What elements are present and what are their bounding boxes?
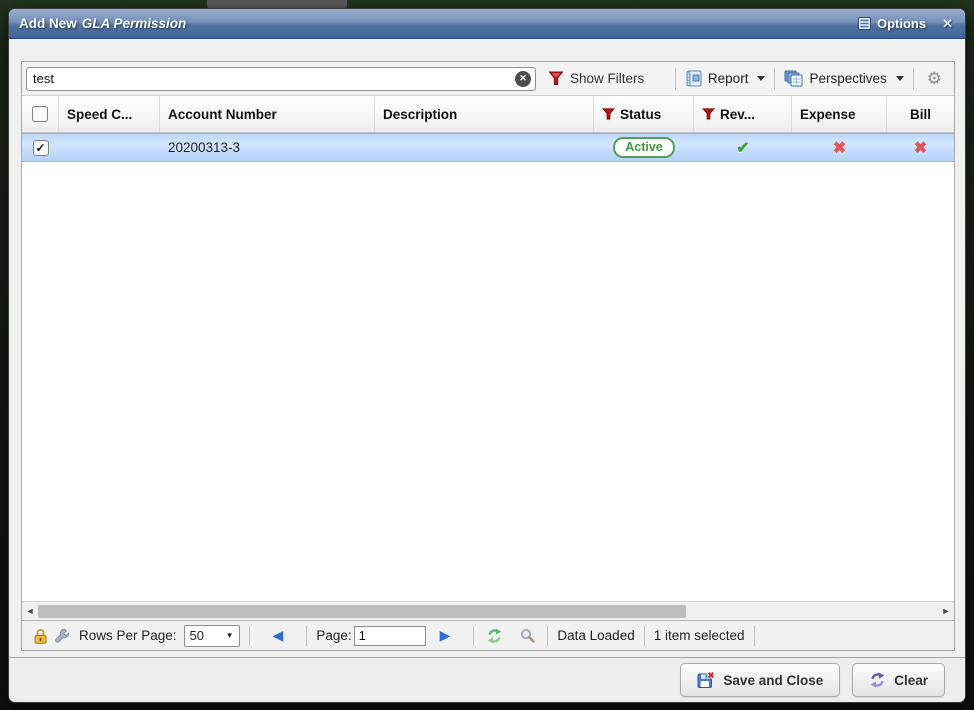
page-label: Page: xyxy=(316,628,351,643)
save-and-close-label: Save and Close xyxy=(723,673,823,688)
perspectives-label: Perspectives xyxy=(809,71,886,86)
save-and-close-button[interactable]: Save and Close xyxy=(680,663,840,697)
perspectives-icon xyxy=(784,70,803,87)
pager-separator xyxy=(547,626,548,646)
pager-separator xyxy=(473,626,474,646)
next-page-icon[interactable]: ▶ xyxy=(440,627,451,644)
column-header-expense[interactable]: Expense xyxy=(792,96,887,132)
chevron-down-icon xyxy=(896,76,904,81)
toolbar-separator xyxy=(675,68,676,90)
toolbar-separator xyxy=(913,68,914,90)
scrollbar-track[interactable] xyxy=(38,604,938,619)
title-emphasis: GLA Permission xyxy=(82,16,187,31)
pager-separator xyxy=(754,626,755,646)
clear-label: Clear xyxy=(894,673,928,688)
cell-revenue: ✔ xyxy=(694,134,792,161)
page-number-input[interactable] xyxy=(354,626,426,646)
row-checkbox[interactable]: ✓ xyxy=(33,140,49,156)
column-label: Status xyxy=(620,107,661,122)
pager-separator xyxy=(249,626,250,646)
search-input[interactable] xyxy=(26,67,536,91)
grid-toolbar: ✕ Show Filters xyxy=(22,62,954,96)
show-filters-button[interactable]: Show Filters xyxy=(548,71,644,86)
clear-search-icon[interactable]: ✕ xyxy=(515,71,531,87)
filter-funnel-icon xyxy=(602,108,615,120)
data-loaded-status: Data Loaded xyxy=(557,628,634,643)
report-icon xyxy=(685,70,702,87)
column-header-status[interactable]: Status xyxy=(594,96,694,132)
column-header-speed-chart[interactable]: Speed C... xyxy=(59,96,160,132)
selection-count: 1 item selected xyxy=(654,628,745,643)
checkbox-check-icon: ✓ xyxy=(35,141,45,155)
cell-expense: ✖ xyxy=(792,134,887,161)
column-label: Expense xyxy=(800,107,856,122)
scroll-left-icon[interactable]: ◄ xyxy=(22,606,38,616)
filter-funnel-icon xyxy=(702,108,715,120)
clear-icon xyxy=(869,672,886,688)
rows-per-page-value: 50 xyxy=(190,628,204,643)
column-label: Account Number xyxy=(168,107,277,122)
gear-icon[interactable]: ⚙ xyxy=(927,70,942,87)
previous-page-icon[interactable]: ◀ xyxy=(273,627,284,644)
select-all-cell xyxy=(22,96,59,132)
report-button[interactable]: Report xyxy=(683,68,768,89)
column-label: Bill xyxy=(910,107,931,122)
report-label: Report xyxy=(708,71,749,86)
title-prefix: Add New xyxy=(19,16,77,31)
search-field-wrap: ✕ xyxy=(26,67,536,91)
expense-cross-icon: ✖ xyxy=(833,138,846,158)
dialog-title: Add New GLA Permission xyxy=(19,16,186,31)
column-header-revenue[interactable]: Rev... xyxy=(694,96,792,132)
dialog-titlebar[interactable]: Add New GLA Permission Options ✕ xyxy=(9,9,965,39)
column-header-account-number[interactable]: Account Number xyxy=(160,96,375,132)
row-checkbox-cell: ✓ xyxy=(22,134,59,161)
perspectives-button[interactable]: Perspectives xyxy=(782,68,905,89)
options-icon xyxy=(858,17,871,30)
wrench-icon[interactable] xyxy=(54,628,70,644)
options-button[interactable]: Options xyxy=(858,16,926,31)
cell-description xyxy=(375,134,594,161)
table-row[interactable]: ✓ 20200313-3 Active ✔ ✖ ✖ xyxy=(22,133,954,162)
pager-bar: Rows Per Page: 50 ▼ ◀ Page: ▶ xyxy=(22,620,954,650)
cell-bill: ✖ xyxy=(887,134,954,161)
save-icon xyxy=(697,671,715,689)
scrollbar-thumb[interactable] xyxy=(38,605,686,618)
chevron-down-icon xyxy=(757,76,765,81)
pager-separator xyxy=(644,626,645,646)
column-label: Description xyxy=(383,107,457,122)
cell-status: Active xyxy=(594,134,694,161)
lock-icon[interactable] xyxy=(33,628,48,644)
quick-search-icon[interactable] xyxy=(520,628,535,643)
select-all-checkbox[interactable] xyxy=(32,106,48,122)
show-filters-label: Show Filters xyxy=(570,71,644,86)
dialog-footer: Save and Close Clear xyxy=(9,657,965,702)
add-permission-dialog: Add New GLA Permission Options ✕ xyxy=(8,8,966,703)
clear-button[interactable]: Clear xyxy=(852,663,945,697)
pager-separator xyxy=(306,626,307,646)
cell-account-number: 20200313-3 xyxy=(160,134,375,161)
toolbar-separator xyxy=(774,68,775,90)
rows-per-page-select[interactable]: 50 ▼ xyxy=(184,625,240,647)
column-label: Rev... xyxy=(720,107,755,122)
revenue-check-icon: ✔ xyxy=(736,138,749,158)
refresh-icon[interactable] xyxy=(486,628,503,644)
status-badge: Active xyxy=(613,137,675,158)
horizontal-scrollbar[interactable]: ◄ ► xyxy=(22,601,954,620)
column-header-bill[interactable]: Bill xyxy=(887,96,954,132)
filter-funnel-icon xyxy=(548,71,564,86)
column-header-description[interactable]: Description xyxy=(375,96,594,132)
bill-cross-icon: ✖ xyxy=(914,138,927,158)
grid-panel: ✕ Show Filters xyxy=(21,61,955,651)
close-icon[interactable]: ✕ xyxy=(942,16,953,32)
column-label: Speed C... xyxy=(67,107,132,122)
table-header: Speed C... Account Number Description St… xyxy=(22,96,954,133)
options-label: Options xyxy=(877,16,926,31)
rows-per-page-label: Rows Per Page: xyxy=(79,628,177,643)
grid-empty-area xyxy=(22,162,954,601)
scroll-right-icon[interactable]: ► xyxy=(938,606,954,616)
select-caret-icon: ▼ xyxy=(226,631,234,640)
cell-speed-chart xyxy=(59,134,160,161)
